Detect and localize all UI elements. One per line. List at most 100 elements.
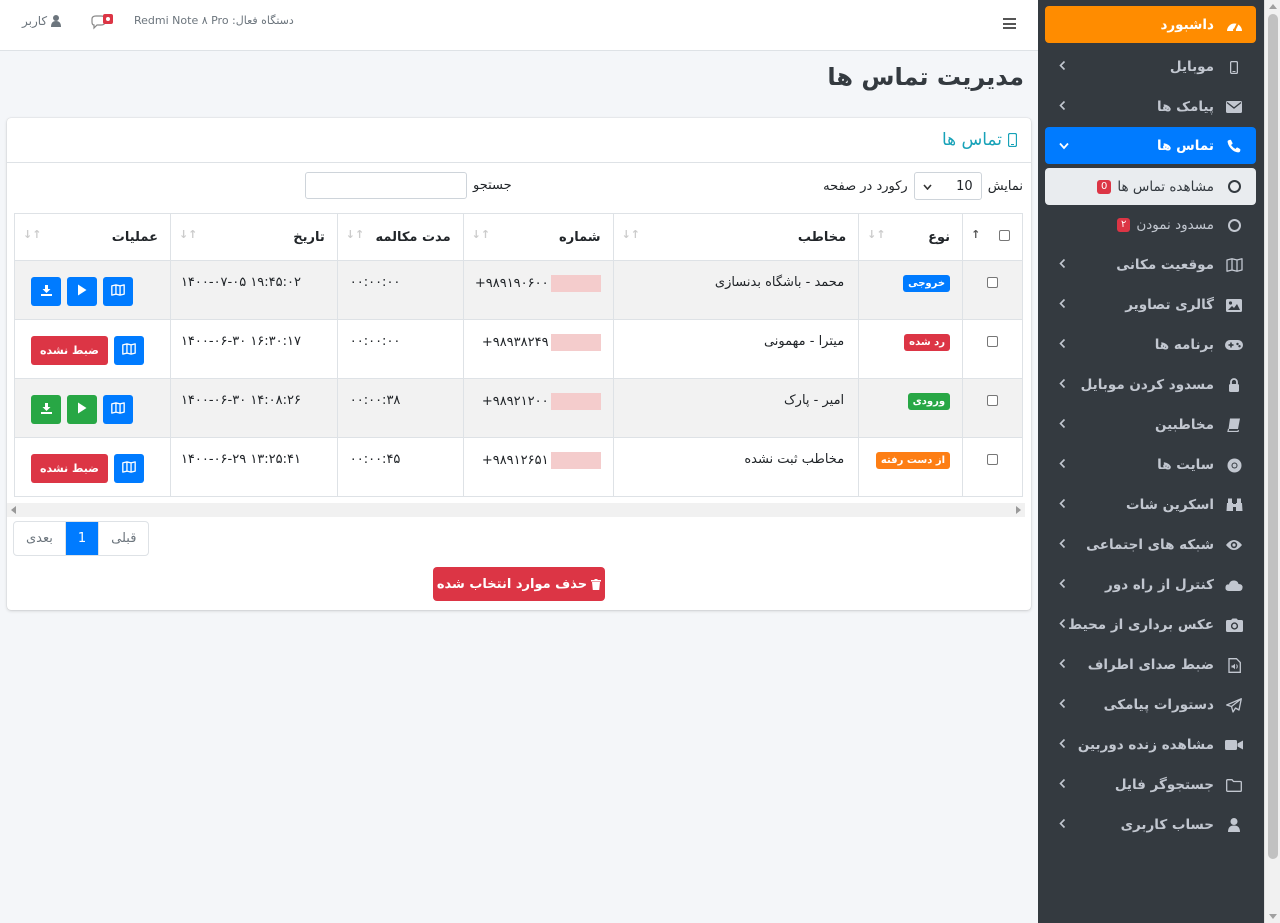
contact-cell: امیر - پارک (612, 378, 860, 438)
actions-cell (14, 378, 171, 438)
sidebar-item-label: سایت ها (1157, 457, 1214, 473)
map-icon (111, 284, 125, 299)
card-header: تماس ها (7, 118, 1031, 163)
row-checkbox[interactable] (987, 395, 999, 406)
number-cell: +۹۸۹۳۸۲۴۹ (462, 319, 614, 379)
binoculars-icon (1224, 497, 1244, 513)
col-actions[interactable]: عملیات ↑↓ (14, 213, 171, 261)
sidebar-item-2[interactable]: پیامک ها (1045, 87, 1256, 127)
sidebar-item-label: مشاهده زنده دوربین (1077, 737, 1214, 753)
contact-cell: میترا - مهمونی (612, 319, 860, 379)
row-checkbox[interactable] (987, 454, 999, 465)
table-header-row: ↑ نوع ↑↓ مخاطب ↑↓ شماره ↑↓ مدت مکالمه ↑↓ تار… (14, 213, 1023, 261)
map-button[interactable] (103, 395, 133, 424)
not-recorded-button[interactable]: ضبط نشده (31, 454, 108, 483)
sidebar-item-11[interactable]: سایت ها (1045, 445, 1256, 485)
sidebar-item-1[interactable]: موبایل (1045, 47, 1256, 87)
delete-selected-button[interactable]: حذف موارد انتخاب شده (433, 567, 605, 601)
table-row: خروجی محمد - باشگاه بدنسازی +۹۸۹۱۹۰۶۰۰ ۰۰:۰… (14, 260, 1023, 320)
col-date[interactable]: تاریخ ↑↓ (169, 213, 338, 261)
date-cell: ۱۴۰۰-۰۶-۳۰ ۱۴:۰۸:۲۶ (169, 378, 338, 438)
chevron-down-icon (923, 179, 932, 194)
chat-icon[interactable] (90, 13, 116, 31)
sidebar-item-label: مسدود کردن موبایل (1080, 377, 1214, 393)
not-recorded-button[interactable]: ضبط نشده (31, 336, 108, 365)
chevron-left-icon (1059, 658, 1066, 673)
sidebar-item-7[interactable]: گالری تصاویر (1045, 285, 1256, 325)
phone-number: +۹۸۹۲۱۲۰۰ (481, 394, 549, 409)
sidebar-item-10[interactable]: مخاطبین (1045, 405, 1256, 445)
dashboard-icon (1224, 17, 1244, 33)
sidebar-item-label: تماس ها (1157, 137, 1214, 154)
type-cell: از دست رفته (858, 437, 964, 497)
download-button[interactable] (31, 277, 61, 306)
page-size-select[interactable]: 10 (913, 172, 982, 200)
sidebar-item-9[interactable]: مسدود کردن موبایل (1045, 365, 1256, 405)
sidebar-item-17[interactable]: دستورات پیامکی (1045, 685, 1256, 725)
col-contact[interactable]: مخاطب ↑↓ (612, 213, 860, 261)
col-contact-label: مخاطب (797, 229, 847, 245)
page-scrollbar[interactable] (1264, 0, 1280, 923)
sidebar-item-14[interactable]: کنترل از راه دور (1045, 565, 1256, 605)
col-number-label: شماره (559, 229, 601, 245)
eye-icon (1224, 537, 1244, 553)
sidebar-item-13[interactable]: شبکه های اجتماعی (1045, 525, 1256, 565)
user-menu[interactable]: کاربر (22, 14, 62, 28)
type-cell: ورودی (858, 378, 964, 438)
duration-cell: ۰۰:۰۰:۴۵ (336, 437, 464, 497)
sidebar-item-12[interactable]: اسکرین شات (1045, 485, 1256, 525)
next-page-button[interactable]: بعدی (14, 522, 65, 555)
sidebar-item-16[interactable]: ضبط صدای اطراف (1045, 645, 1256, 685)
chevron-left-icon (1059, 258, 1066, 273)
table-row: رد شده میترا - مهمونی +۹۸۹۳۸۲۴۹ ۰۰:۰۰:۰۰ ۱۴۰… (14, 319, 1023, 379)
col-duration[interactable]: مدت مکالمه ↑↓ (336, 213, 464, 261)
circle-icon (1224, 179, 1244, 195)
sidebar-item-8[interactable]: برنامه ها (1045, 325, 1256, 365)
sidebar-item-label: دستورات پیامکی (1103, 697, 1214, 713)
image-icon (1224, 297, 1244, 313)
table-hscrollbar[interactable] (7, 503, 1025, 517)
records-label: رکورد در صفحه (823, 178, 908, 194)
table-controls: نمایش 10 رکورد در صفحه جستجو (7, 172, 1031, 200)
col-type[interactable]: نوع ↑↓ (858, 213, 964, 261)
show-label: نمایش (987, 178, 1023, 194)
play-button[interactable] (67, 277, 97, 306)
sidebar-item-4[interactable]: مشاهده تماس ها 0 (1045, 168, 1256, 205)
search-input[interactable] (305, 172, 467, 199)
sidebar-item-20[interactable]: حساب کاربری (1045, 805, 1256, 845)
download-button[interactable] (31, 395, 61, 424)
play-button[interactable] (67, 395, 97, 424)
col-number[interactable]: شماره ↑↓ (462, 213, 614, 261)
lock-icon (1224, 377, 1244, 393)
col-date-label: تاریخ (293, 229, 325, 245)
redacted-block (550, 393, 601, 410)
prev-page-button[interactable]: قبلی (99, 522, 148, 555)
sidebar-item-15[interactable]: عکس برداری از محیط (1045, 605, 1256, 645)
sidebar-item-3[interactable]: تماس ها (1045, 127, 1256, 164)
sidebar-item-19[interactable]: جستجوگر فایل (1045, 765, 1256, 805)
user-label: کاربر (22, 14, 48, 28)
scroll-up-arrow[interactable] (1269, 4, 1277, 9)
page-1-button[interactable]: 1 (64, 522, 100, 555)
sidebar-item-5[interactable]: مسدود نمودن ۲ (1045, 205, 1256, 245)
calls-table: ↑ نوع ↑↓ مخاطب ↑↓ شماره ↑↓ مدت مکالمه ↑↓ تار… (14, 213, 1023, 497)
scroll-thumb[interactable] (1268, 14, 1278, 859)
map-button[interactable] (113, 336, 144, 365)
sidebar-item-18[interactable]: مشاهده زنده دوربین (1045, 725, 1256, 765)
sidebar-item-6[interactable]: موقعیت مکانی (1045, 245, 1256, 285)
chevron-down-icon (1059, 138, 1069, 153)
sort-icon: ↑↓ (471, 228, 491, 241)
phone-icon (1224, 138, 1244, 154)
sidebar-item-0[interactable]: داشبورد (1045, 6, 1256, 43)
menu-toggle-icon[interactable] (1003, 18, 1016, 29)
send-icon (1224, 697, 1244, 713)
scroll-down-arrow[interactable] (1269, 914, 1277, 919)
chevron-left-icon (1059, 498, 1066, 513)
select-all-checkbox[interactable] (999, 229, 1010, 241)
map-button[interactable] (113, 454, 144, 483)
row-checkbox[interactable] (987, 277, 999, 288)
type-cell: رد شده (858, 319, 964, 379)
map-button[interactable] (103, 277, 133, 306)
row-checkbox[interactable] (987, 336, 999, 347)
sort-icon[interactable]: ↑ (971, 228, 980, 241)
